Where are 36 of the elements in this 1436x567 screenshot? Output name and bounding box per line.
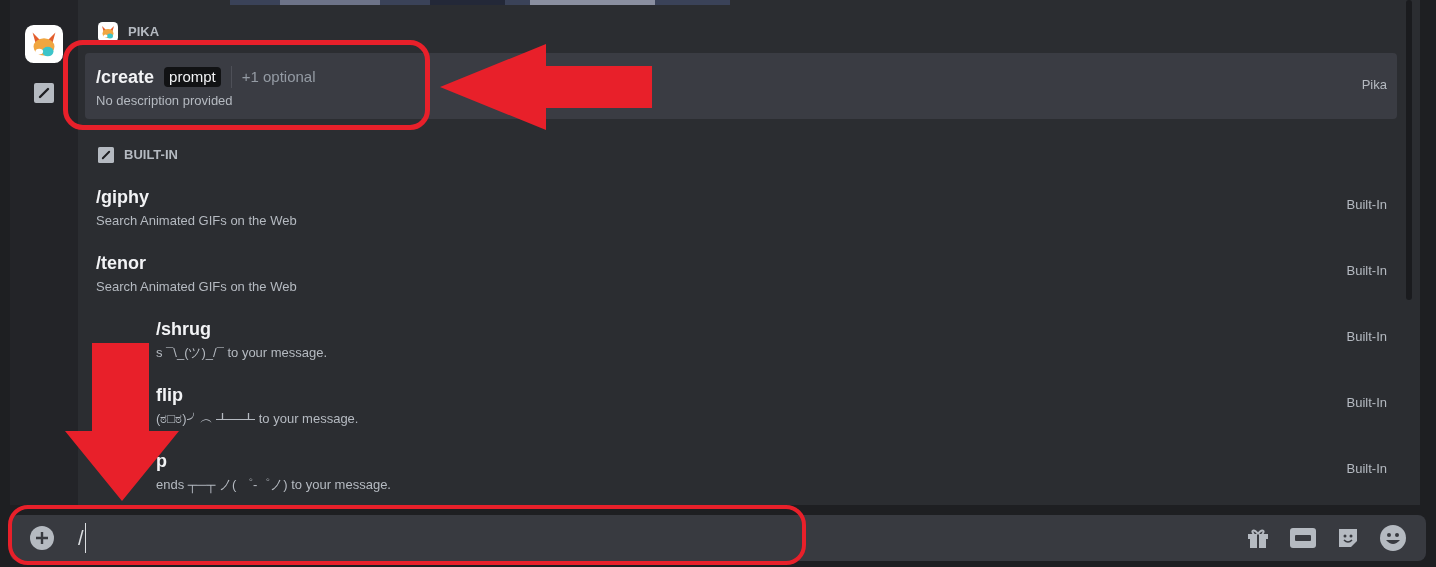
command-name: p: [156, 450, 167, 473]
command-description: ends ┬─┬ ノ( ゜-゜ノ) to your message.: [156, 476, 391, 495]
command-source: Built-In: [1346, 262, 1387, 280]
command-name: /shrug: [156, 318, 211, 341]
command-source: Built-In: [1346, 328, 1387, 346]
command-source: Built-In: [1346, 460, 1387, 478]
command-description: No description provided: [96, 92, 234, 110]
command-item[interactable]: flip (ಠ□ಠ)╯︵ ┻━┻ to your message. Built-In: [154, 371, 1397, 437]
section-title: BUILT-IN: [124, 146, 178, 165]
sticker-icon[interactable]: [1336, 526, 1360, 550]
section-title: PIKA: [128, 23, 160, 42]
option-tag: prompt: [164, 67, 221, 87]
app-avatar-icon: [98, 22, 118, 42]
slash-icon: [98, 147, 114, 163]
command-name: /tenor: [96, 252, 146, 275]
command-source: Built-In: [1346, 196, 1387, 214]
message-input[interactable]: /: [10, 515, 1426, 561]
app-avatar-icon: [25, 25, 63, 63]
optional-count: +1 optional: [230, 65, 316, 89]
command-description: s ¯\_(ツ)_/¯ to your message.: [156, 344, 328, 362]
command-item[interactable]: /giphy Search Animated GIFs on the Web Built-In: [85, 173, 1397, 239]
command-description: (ಠ□ಠ)╯︵ ┻━┻ to your message.: [156, 410, 359, 428]
command-description: Search Animated GIFs on the Web: [96, 278, 297, 296]
command-description: Search Animated GIFs on the Web: [96, 212, 297, 230]
command-name: /giphy: [96, 186, 149, 209]
add-icon[interactable]: [30, 526, 54, 550]
command-source: Built-In: [1346, 394, 1387, 412]
slash-icon: [34, 83, 54, 103]
command-name: /create: [96, 66, 155, 89]
emoji-icon[interactable]: [1380, 525, 1406, 551]
command-item[interactable]: p ends ┬─┬ ノ( ゜-゜ノ) to your message. Built-In: [154, 437, 1397, 503]
input-text: /: [78, 523, 86, 553]
command-source: Pika: [1361, 76, 1387, 94]
command-item[interactable]: /shrug s ¯\_(ツ)_/¯ to your message. Built-In: [154, 305, 1397, 371]
command-item[interactable]: /tenor Search Animated GIFs on the Web Built-In: [85, 239, 1397, 305]
command-name: flip: [156, 384, 183, 407]
